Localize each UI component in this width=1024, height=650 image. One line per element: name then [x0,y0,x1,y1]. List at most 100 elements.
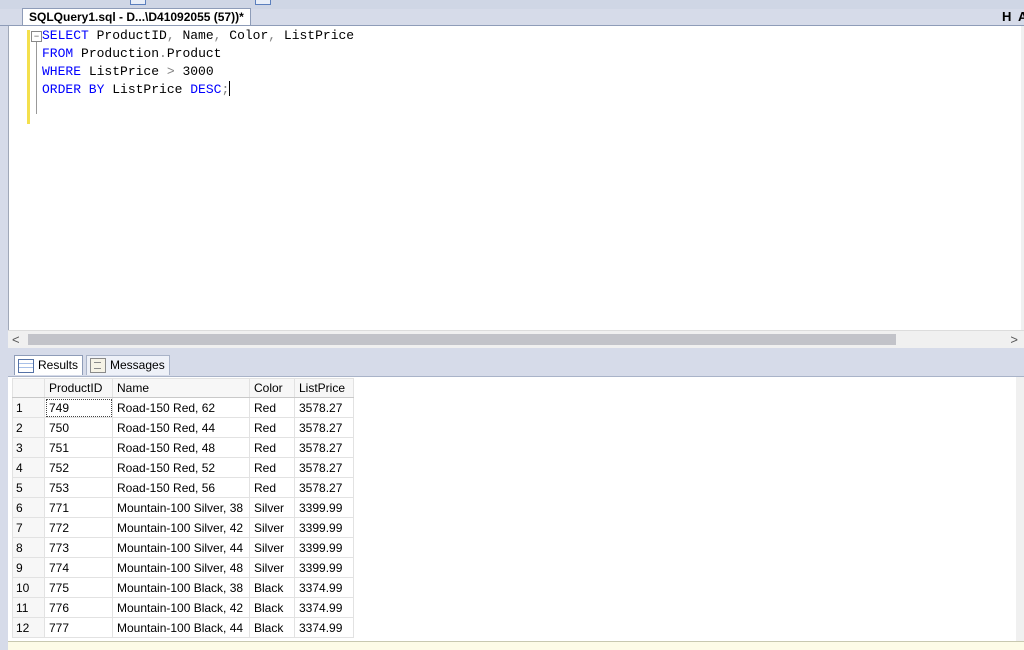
cell-name[interactable]: Mountain-100 Silver, 44 [112,537,250,558]
cell-name[interactable]: Mountain-100 Black, 44 [112,617,250,638]
column-header-color[interactable]: Color [249,378,295,398]
row-number[interactable]: 1 [12,397,45,418]
query-editor[interactable]: − SELECT ProductID, Name, Color, ListPri… [8,26,1024,330]
code-line[interactable]: WHERE ListPrice > 3000 [42,63,354,81]
toolbar-button-edge[interactable] [255,0,271,5]
table-row[interactable]: 8 773 Mountain-100 Silver, 44 Silver 3399.99 [12,537,354,558]
table-row[interactable]: 12 777 Mountain-100 Black, 44 Black 3374.99 [12,617,354,638]
document-tab[interactable]: SQLQuery1.sql - D...\D41092055 (57))* [22,8,251,26]
scroll-left-icon[interactable]: < [12,331,20,348]
cell-productid[interactable]: 772 [44,517,113,538]
cell-listprice[interactable]: 3374.99 [294,597,354,618]
row-number[interactable]: 10 [12,577,45,598]
collapse-toggle-icon[interactable]: − [31,31,42,42]
cell-productid[interactable]: 777 [44,617,113,638]
cell-name[interactable]: Road-150 Red, 44 [112,417,250,438]
cell-name[interactable]: Road-150 Red, 56 [112,477,250,498]
table-row[interactable]: 1 749 Road-150 Red, 62 Red 3578.27 [12,397,354,418]
cell-listprice[interactable]: 3399.99 [294,537,354,558]
cell-listprice[interactable]: 3374.99 [294,577,354,598]
table-row[interactable]: 10 775 Mountain-100 Black, 38 Black 3374.99 [12,577,354,598]
cell-listprice[interactable]: 3578.27 [294,397,354,418]
row-number[interactable]: 11 [12,597,45,618]
sql-operator: ; [221,82,230,97]
row-number[interactable]: 8 [12,537,45,558]
table-row[interactable]: 2 750 Road-150 Red, 44 Red 3578.27 [12,417,354,438]
tab-messages[interactable]: Messages [86,355,170,375]
pane-letter: H [1002,9,1012,24]
grid-header-row: ProductID Name Color ListPrice [12,378,354,398]
row-number[interactable]: 5 [12,477,45,498]
cell-color[interactable]: Red [249,477,295,498]
sql-code[interactable]: SELECT ProductID, Name, Color, ListPrice… [42,27,354,99]
row-number[interactable]: 3 [12,437,45,458]
table-row[interactable]: 11 776 Mountain-100 Black, 42 Black 3374.99 [12,597,354,618]
cell-name[interactable]: Road-150 Red, 62 [112,397,250,418]
column-header-name[interactable]: Name [112,378,250,398]
cell-listprice[interactable]: 3578.27 [294,417,354,438]
tab-results[interactable]: Results [14,355,84,375]
cell-name[interactable]: Mountain-100 Black, 42 [112,597,250,618]
cell-color[interactable]: Red [249,397,295,418]
cell-listprice[interactable]: 3578.27 [294,477,354,498]
cell-listprice[interactable]: 3374.99 [294,617,354,638]
cell-productid[interactable]: 771 [44,497,113,518]
cell-name[interactable]: Road-150 Red, 48 [112,437,250,458]
cell-color[interactable]: Silver [249,557,295,578]
cell-name[interactable]: Mountain-100 Silver, 38 [112,497,250,518]
table-row[interactable]: 6 771 Mountain-100 Silver, 38 Silver 3399.99 [12,497,354,518]
cell-productid[interactable]: 773 [44,537,113,558]
editor-horizontal-scrollbar[interactable]: < > [8,330,1024,348]
cell-productid[interactable]: 751 [44,437,113,458]
cell-productid[interactable]: 749 [44,397,113,418]
cell-color[interactable]: Silver [249,517,295,538]
cell-name[interactable]: Mountain-100 Silver, 48 [112,557,250,578]
cell-productid[interactable]: 776 [44,597,113,618]
cell-color[interactable]: Red [249,457,295,478]
cell-productid[interactable]: 752 [44,457,113,478]
table-row[interactable]: 9 774 Mountain-100 Silver, 48 Silver 3399.99 [12,557,354,578]
cell-color[interactable]: Red [249,437,295,458]
row-number[interactable]: 2 [12,417,45,438]
row-number[interactable]: 7 [12,517,45,538]
code-line[interactable]: FROM Production.Product [42,45,354,63]
cell-productid[interactable]: 775 [44,577,113,598]
column-header-listprice[interactable]: ListPrice [294,378,354,398]
code-line[interactable]: SELECT ProductID, Name, Color, ListPrice [42,27,354,45]
toolbar-button-edge[interactable] [130,0,146,5]
cell-color[interactable]: Silver [249,537,295,558]
row-number[interactable]: 9 [12,557,45,578]
cell-name[interactable]: Mountain-100 Black, 38 [112,577,250,598]
table-row[interactable]: 4 752 Road-150 Red, 52 Red 3578.27 [12,457,354,478]
row-number[interactable]: 12 [12,617,45,638]
row-number[interactable]: 6 [12,497,45,518]
cell-productid[interactable]: 750 [44,417,113,438]
cell-color[interactable]: Silver [249,497,295,518]
scrollbar-thumb[interactable] [28,334,896,345]
cell-name[interactable]: Road-150 Red, 52 [112,457,250,478]
table-row[interactable]: 7 772 Mountain-100 Silver, 42 Silver 3399.99 [12,517,354,538]
cell-color[interactable]: Red [249,417,295,438]
sql-keyword: WHERE [42,64,82,79]
table-row[interactable]: 5 753 Road-150 Red, 56 Red 3578.27 [12,477,354,498]
cell-color[interactable]: Black [249,597,295,618]
cell-listprice[interactable]: 3399.99 [294,517,354,538]
sql-operator: , [268,28,277,43]
cell-listprice[interactable]: 3399.99 [294,557,354,578]
cell-productid[interactable]: 774 [44,557,113,578]
row-number[interactable]: 4 [12,457,45,478]
cell-color[interactable]: Black [249,617,295,638]
cell-listprice[interactable]: 3399.99 [294,497,354,518]
results-tabstrip: Results Messages [8,348,1024,376]
cell-productid[interactable]: 753 [44,477,113,498]
results-vertical-scrollbar[interactable] [1016,377,1024,642]
cell-listprice[interactable]: 3578.27 [294,457,354,478]
cell-color[interactable]: Black [249,577,295,598]
code-line[interactable]: ORDER BY ListPrice DESC; [42,81,354,99]
column-header-productid[interactable]: ProductID [44,378,113,398]
scroll-right-icon[interactable]: > [1010,331,1018,348]
cell-listprice[interactable]: 3578.27 [294,437,354,458]
table-row[interactable]: 3 751 Road-150 Red, 48 Red 3578.27 [12,437,354,458]
cell-name[interactable]: Mountain-100 Silver, 42 [112,517,250,538]
row-number-header[interactable] [12,378,45,398]
